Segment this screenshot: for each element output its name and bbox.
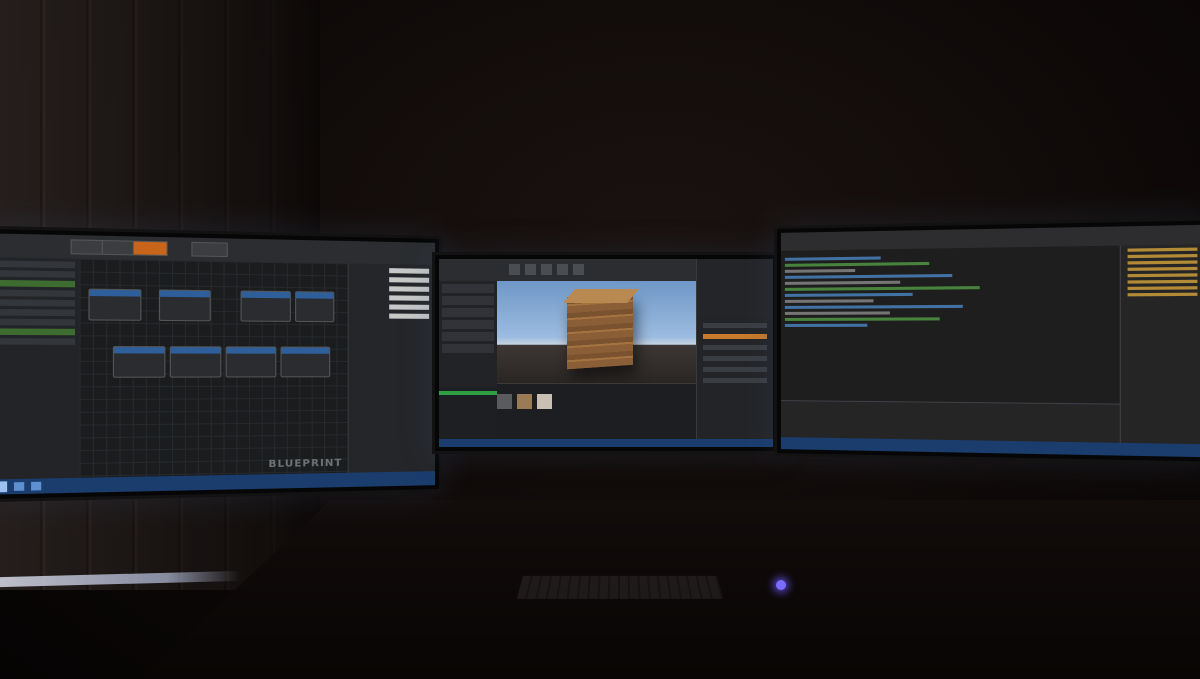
graph-node[interactable] — [88, 288, 142, 321]
middle-monitor — [432, 252, 780, 454]
solution-explorer — [1119, 244, 1200, 445]
list-item[interactable] — [0, 328, 76, 336]
event-graph[interactable]: BLUEPRINT — [79, 258, 349, 478]
list-item[interactable] — [442, 344, 494, 353]
graph-node[interactable] — [169, 346, 222, 378]
toolbar-button[interactable] — [509, 264, 520, 275]
property-field[interactable] — [389, 313, 430, 319]
taskbar — [439, 439, 773, 447]
graph-node[interactable] — [280, 346, 331, 378]
world-outliner — [696, 259, 773, 317]
list-item[interactable] — [0, 299, 76, 307]
toolbar-button[interactable] — [557, 264, 568, 275]
power-led-icon — [776, 580, 786, 590]
my-blueprint-panel — [0, 257, 81, 480]
property-field[interactable] — [703, 356, 767, 361]
right-monitor — [774, 217, 1200, 465]
status-strip — [439, 391, 497, 395]
property-field[interactable] — [389, 295, 430, 301]
asset-thumbnail[interactable] — [497, 394, 512, 409]
graph-node[interactable] — [158, 289, 211, 322]
property-field[interactable] — [703, 334, 767, 339]
play-button[interactable] — [132, 240, 168, 257]
toolbar-button[interactable] — [541, 264, 552, 275]
list-item[interactable] — [442, 284, 494, 293]
toolbar-button[interactable] — [525, 264, 536, 275]
keyboard — [516, 575, 724, 599]
3d-viewport[interactable] — [497, 281, 705, 383]
details-panel — [696, 317, 773, 439]
wooden-crate-top — [563, 289, 639, 303]
property-field[interactable] — [389, 277, 430, 283]
property-field[interactable] — [389, 286, 430, 292]
property-field[interactable] — [703, 378, 767, 383]
list-item[interactable] — [442, 296, 494, 305]
list-item[interactable] — [0, 308, 76, 317]
toolbar-button[interactable] — [573, 264, 584, 275]
list-item[interactable] — [0, 318, 76, 326]
list-item[interactable] — [442, 332, 494, 341]
list-item[interactable] — [0, 279, 76, 288]
asset-thumbnail[interactable] — [537, 394, 552, 409]
taskbar-app-icon[interactable] — [31, 481, 42, 491]
graph-node[interactable] — [112, 346, 166, 378]
list-item[interactable] — [442, 308, 494, 317]
list-item[interactable] — [0, 338, 76, 345]
content-browser — [497, 383, 705, 439]
blueprint-watermark: BLUEPRINT — [268, 457, 343, 471]
property-field[interactable] — [703, 367, 767, 372]
code-editor[interactable] — [780, 245, 1121, 405]
graph-node[interactable] — [295, 291, 335, 323]
list-item[interactable] — [0, 260, 76, 269]
details-panel — [347, 263, 436, 473]
list-item[interactable] — [442, 320, 494, 329]
property-field[interactable] — [389, 304, 430, 310]
toolbar-button[interactable] — [191, 241, 228, 258]
property-field[interactable] — [703, 345, 767, 350]
property-field[interactable] — [389, 268, 430, 274]
code-editor-screen — [780, 224, 1200, 458]
asset-thumbnail[interactable] — [517, 394, 532, 409]
taskbar-app-icon[interactable] — [13, 482, 25, 491]
blueprint-editor-screen: BLUEPRINT — [0, 233, 436, 495]
graph-node[interactable] — [240, 290, 291, 322]
wooden-crate[interactable] — [567, 292, 633, 370]
list-item[interactable] — [0, 289, 76, 297]
left-monitor: BLUEPRINT — [0, 225, 442, 503]
output-panel — [780, 400, 1121, 443]
graph-node[interactable] — [225, 346, 277, 378]
list-item[interactable] — [0, 270, 76, 278]
level-editor-screen — [439, 259, 773, 447]
windows-start-icon[interactable] — [0, 481, 8, 493]
place-actors-panel — [439, 281, 497, 387]
property-field[interactable] — [703, 323, 767, 328]
